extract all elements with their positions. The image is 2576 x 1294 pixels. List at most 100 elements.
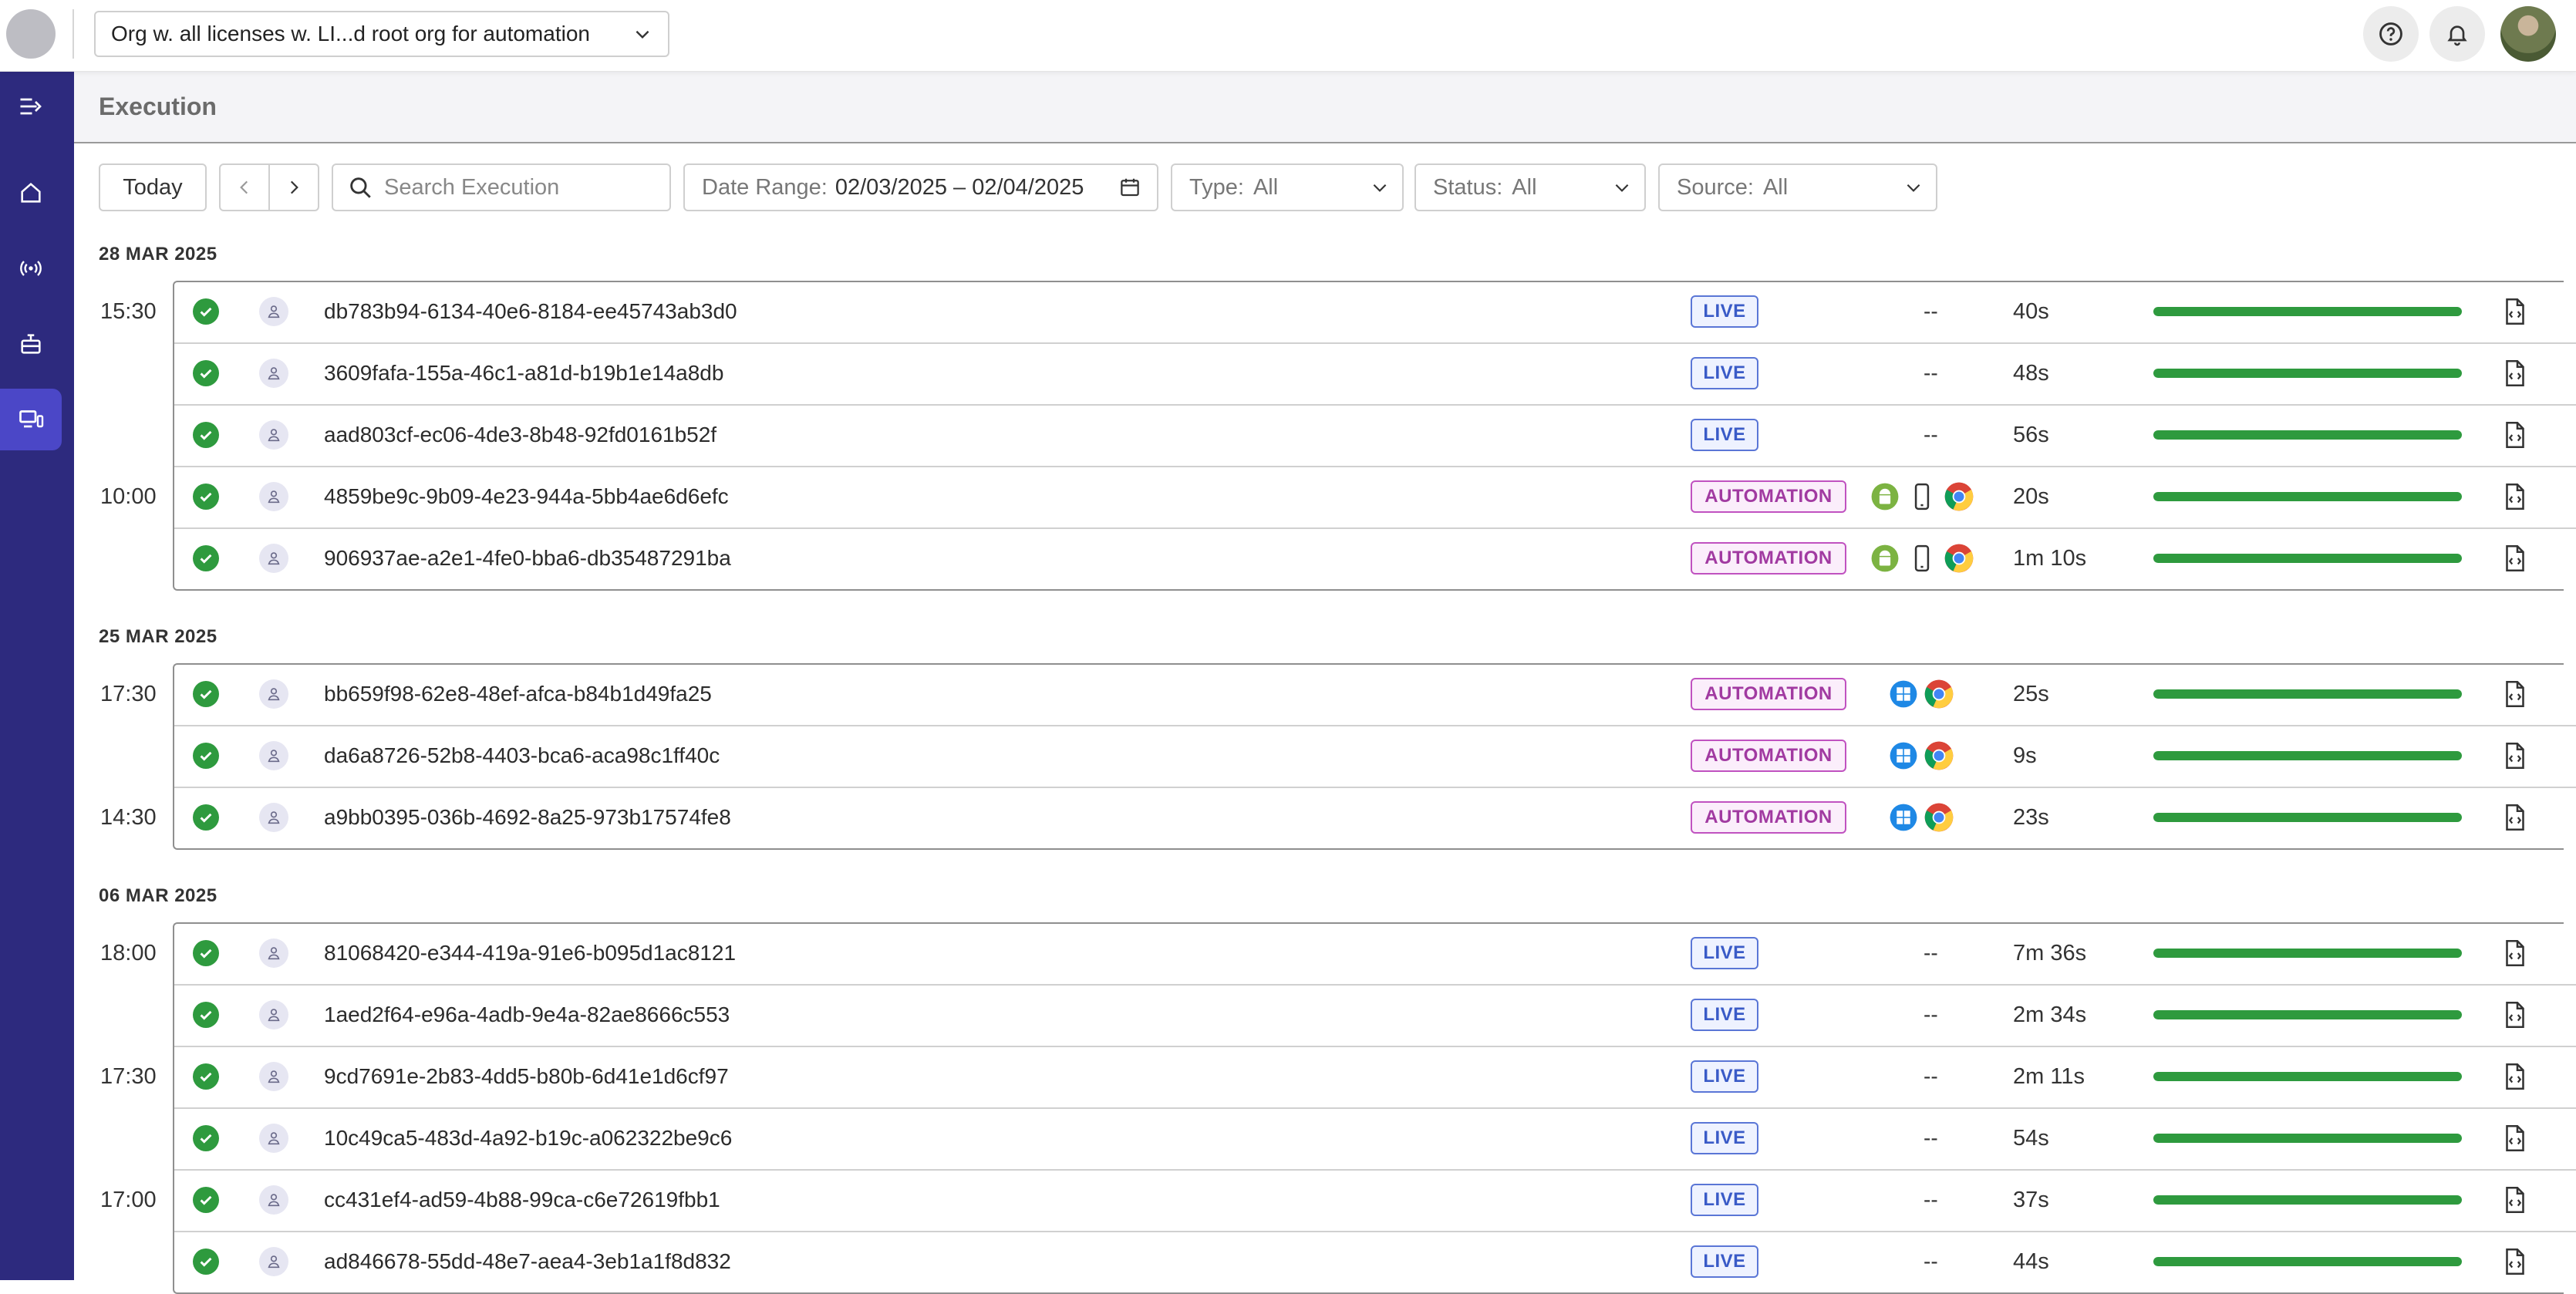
status-success-icon: [193, 681, 219, 707]
report-button[interactable]: [2504, 1186, 2527, 1214]
user-icon: [259, 1247, 288, 1276]
execution-id[interactable]: 906937ae-a2e1-4fe0-bba6-db35487291ba: [324, 546, 731, 571]
duration: 48s: [2013, 361, 2049, 386]
search-input[interactable]: Search Execution: [332, 163, 671, 211]
check-icon: [200, 307, 212, 317]
status-success-icon: [193, 1249, 219, 1275]
type-filter-label: Type:: [1189, 174, 1244, 200]
execution-id[interactable]: 1aed2f64-e96a-4adb-9e4a-82ae8666c553: [324, 1003, 730, 1027]
status-filter[interactable]: Status: All: [1414, 163, 1646, 211]
next-button[interactable]: [268, 163, 319, 211]
status-success-icon: [193, 422, 219, 448]
progress-bar: [2153, 689, 2462, 699]
status-filter-label: Status:: [1433, 174, 1503, 200]
report-button[interactable]: [2504, 298, 2527, 325]
check-icon: [200, 949, 212, 959]
user-icon: [268, 429, 280, 442]
user-icon: [259, 803, 288, 832]
report-button[interactable]: [2504, 804, 2527, 831]
report-button[interactable]: [2504, 1063, 2527, 1090]
date-group-label: 06 MAR 2025: [99, 885, 217, 906]
duration: 25s: [2013, 682, 2049, 706]
chrome-platform: [1944, 481, 1974, 512]
user-icon: [259, 1124, 288, 1153]
progress-bar: [2153, 1010, 2462, 1019]
duration: 2m 34s: [2013, 1003, 2087, 1027]
check-icon: [200, 813, 212, 823]
sidebar-item-automation[interactable]: [0, 313, 62, 375]
sidebar-item-execution[interactable]: [0, 389, 62, 450]
report-button[interactable]: [2504, 939, 2527, 967]
user-icon: [259, 420, 288, 450]
execution-id[interactable]: da6a8726-52b8-4403-bca6-aca98c1ff40c: [324, 743, 720, 768]
execution-id[interactable]: aad803cf-ec06-4de3-8b48-92fd0161b52f: [324, 423, 716, 447]
execution-id[interactable]: 3609fafa-155a-46c1-a81d-b19b1e14a8db: [324, 361, 723, 386]
report-icon: [2506, 939, 2524, 967]
progress-bar: [2153, 813, 2462, 822]
execution-id[interactable]: 9cd7691e-2b83-4dd5-b80b-6d41e1d6cf97: [324, 1064, 729, 1089]
calendar-icon: [1121, 178, 1139, 197]
report-button[interactable]: [2504, 742, 2527, 770]
platform-none: --: [1924, 1249, 1938, 1273]
status-success-icon: [193, 298, 219, 325]
execution-id[interactable]: 4859be9c-9b09-4e23-944a-5bb4ae6d6efc: [324, 484, 729, 509]
date-range-picker[interactable]: Date Range: 02/03/2025 – 02/04/2025: [683, 163, 1158, 211]
org-logo[interactable]: [6, 9, 56, 59]
user-avatar[interactable]: [2500, 6, 2556, 62]
chevron-down-icon: [1907, 184, 1920, 192]
report-icon: [2506, 1063, 2524, 1090]
report-button[interactable]: [2504, 1124, 2527, 1152]
duration: 54s: [2013, 1126, 2049, 1151]
execution-id[interactable]: db783b94-6134-40e6-8184-ee45743ab3d0: [324, 299, 737, 324]
report-button[interactable]: [2504, 359, 2527, 387]
report-button[interactable]: [2504, 680, 2527, 708]
org-selector[interactable]: Org w. all licenses w. LI...d root org f…: [94, 11, 669, 57]
date-range-value: 02/03/2025 – 02/04/2025: [835, 174, 1084, 200]
user-icon: [268, 1132, 280, 1145]
prev-button[interactable]: [219, 163, 270, 211]
live-badge: LIVE: [1691, 1060, 1758, 1093]
row-time: 14:30: [100, 805, 157, 830]
progress-bar: [2153, 949, 2462, 958]
execution-id[interactable]: cc431ef4-ad59-4b88-99ca-c6e72619fbb1: [324, 1188, 720, 1212]
execution-id[interactable]: bb659f98-62e8-48ef-afca-b84b1d49fa25: [324, 682, 712, 706]
check-icon: [200, 1072, 212, 1082]
search-icon: [350, 177, 371, 198]
row-time: 10:00: [100, 484, 157, 509]
source-filter[interactable]: Source: All: [1658, 163, 1937, 211]
check-icon: [200, 751, 212, 761]
user-icon: [259, 741, 288, 770]
notifications-button[interactable]: [2429, 6, 2485, 62]
platform-none: --: [1924, 941, 1938, 965]
report-button[interactable]: [2504, 544, 2527, 572]
user-icon: [259, 679, 288, 709]
execution-id[interactable]: ad846678-55dd-48e7-aea4-3eb1a1f8d832: [324, 1249, 731, 1274]
sidebar-item-live[interactable]: [0, 238, 62, 299]
user-icon: [268, 1255, 280, 1269]
sidebar-expand[interactable]: [0, 76, 62, 137]
report-button[interactable]: [2504, 421, 2527, 449]
execution-id[interactable]: 81068420-e344-419a-91e6-b095d1ac8121: [324, 941, 736, 965]
chrome-icon: [1924, 679, 1954, 709]
chevron-right-icon: [290, 180, 298, 194]
report-button[interactable]: [2504, 1001, 2527, 1029]
duration: 20s: [2013, 484, 2049, 509]
platform-none: --: [1924, 1003, 1938, 1026]
sidebar-item-home[interactable]: [0, 162, 62, 224]
execution-id[interactable]: a9bb0395-036b-4692-8a25-973b17574fe8: [324, 805, 731, 830]
windows-icon: [1890, 742, 1917, 770]
platform-none: --: [1924, 1126, 1938, 1150]
execution-id[interactable]: 10c49ca5-483d-4a92-b19c-a062322be9c6: [324, 1126, 732, 1151]
type-filter[interactable]: Type: All: [1171, 163, 1404, 211]
user-icon: [259, 544, 288, 573]
date-range-label: Date Range:: [702, 174, 828, 200]
row-time: 15:30: [100, 299, 157, 324]
today-button[interactable]: Today: [99, 163, 207, 211]
report-button[interactable]: [2504, 483, 2527, 511]
progress-bar: [2153, 1134, 2462, 1143]
platform-none: --: [1924, 1188, 1938, 1211]
help-button[interactable]: [2363, 6, 2419, 62]
top-bar: Org w. all licenses w. LI...d root org f…: [0, 0, 2576, 72]
report-button[interactable]: [2504, 1248, 2527, 1275]
broadcast-icon: [20, 261, 42, 276]
